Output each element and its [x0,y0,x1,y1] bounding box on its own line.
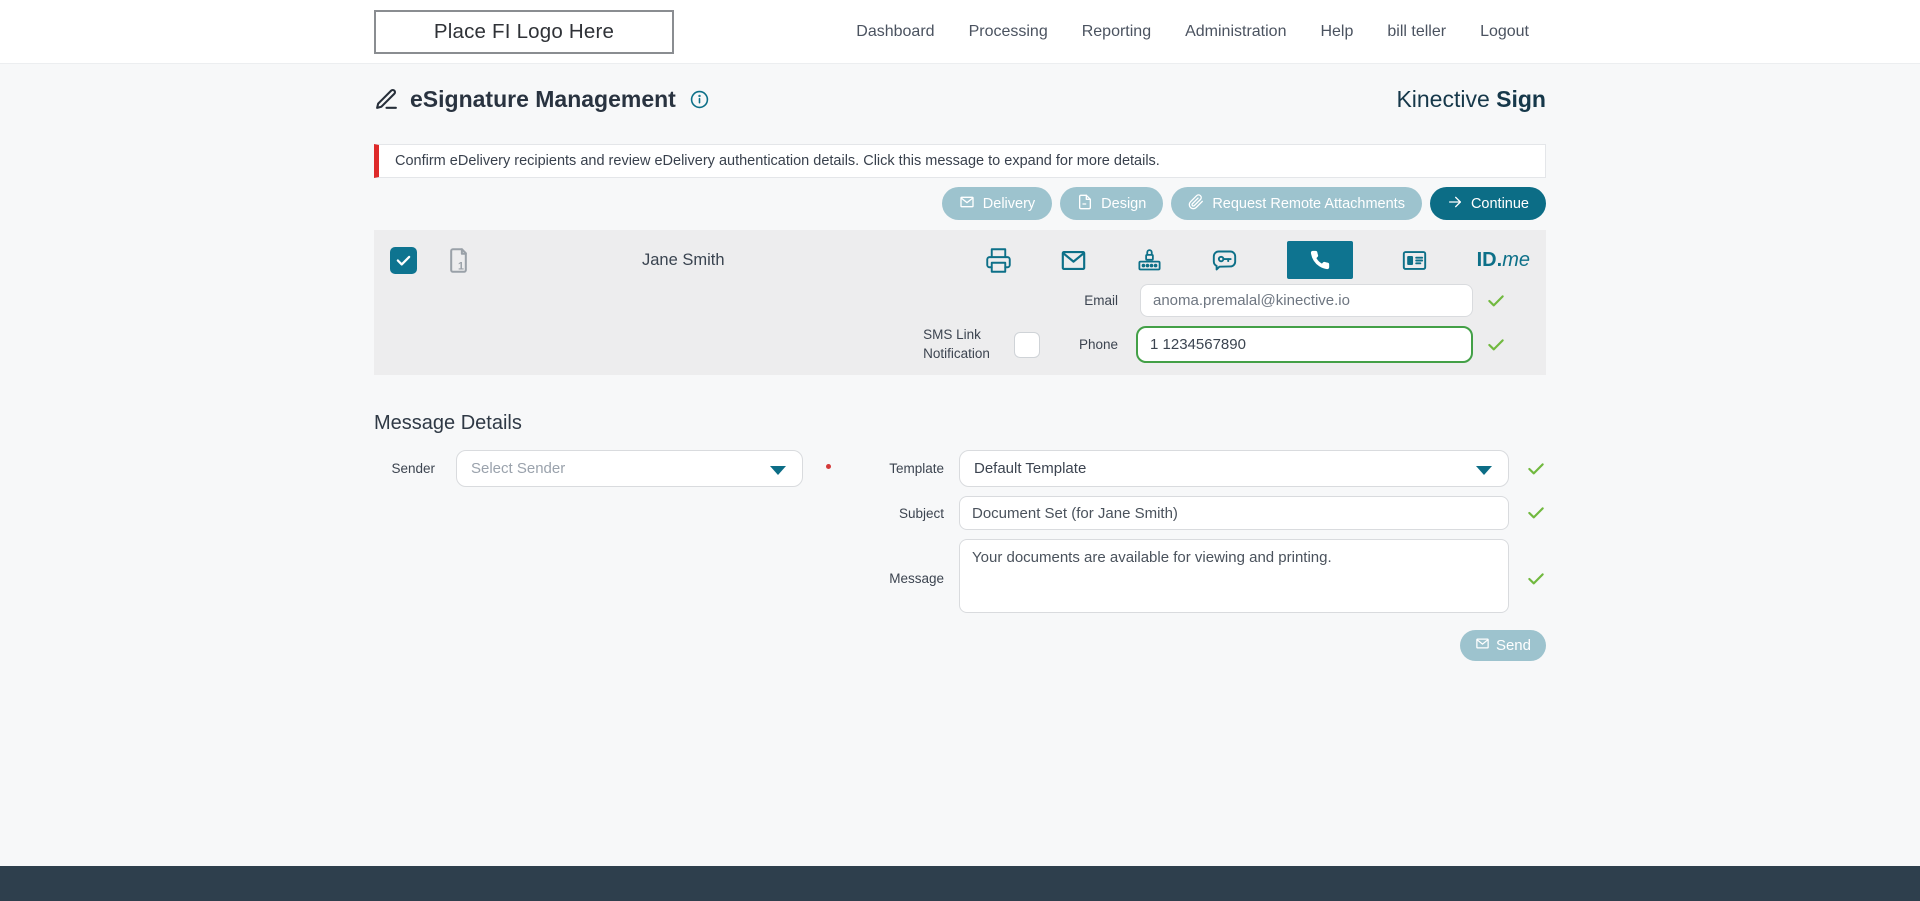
template-valid-check-icon [1526,459,1546,479]
paperclip-icon [1188,193,1204,214]
nav-links: Dashboard Processing Reporting Administr… [856,23,1546,41]
info-icon[interactable] [690,90,709,109]
fi-logo-text: Place FI Logo Here [433,20,615,43]
alert-text: Confirm eDelivery recipients and review … [395,153,1160,169]
continue-button[interactable]: Continue [1429,187,1546,220]
sms-key-auth-icon[interactable] [1211,247,1238,274]
svg-text:1: 1 [458,260,464,272]
chevron-down-icon [1476,466,1492,475]
phone-valid-check-icon [1486,335,1506,355]
send-label: Send [1495,637,1531,654]
message-valid-check-icon [1526,569,1546,589]
subject-input[interactable] [959,496,1509,530]
phone-input[interactable] [1136,326,1473,363]
idme-logo[interactable]: ID. me [1477,249,1530,272]
message-details-heading: Message Details [374,412,522,434]
design-button[interactable]: Design [1060,187,1164,220]
arrow-right-icon [1447,194,1463,214]
print-icon[interactable] [985,247,1012,274]
email-row: Email [390,284,1530,317]
footer-bar [0,866,1920,901]
contact-card-icon[interactable] [1401,247,1428,274]
recipient-row: 1 Jane Smith ID. me Email anoma.premalal… [374,230,1546,375]
recipient-name: Jane Smith [642,250,725,269]
email-valid-check-icon [1486,291,1506,311]
message-textarea[interactable]: Your documents are available for viewing… [959,539,1509,613]
template-row: Template Default Template [854,450,1546,487]
sender-row: Sender Select Sender [374,450,854,487]
document-count-icon[interactable]: 1 [445,245,472,276]
main-content: eSignature Management Kinective Sign Con… [0,64,1920,661]
request-remote-attachments-label: Request Remote Attachments [1212,195,1405,212]
envelope-icon [1475,636,1490,655]
phone-row: SMS Link Notification Phone [390,326,1530,363]
signature-pen-icon [374,87,399,112]
email-auth-icon[interactable] [1060,247,1087,274]
chevron-down-icon [770,466,786,475]
nav-processing[interactable]: Processing [969,23,1048,41]
brand-product: Sign [1496,86,1546,112]
subject-valid-check-icon [1526,503,1546,523]
send-row: Send [854,630,1546,661]
phone-label: Phone [1078,337,1118,352]
nav-user[interactable]: bill teller [1387,23,1446,41]
auth-method-icons: ID. me [985,241,1530,279]
message-details-form: Sender Select Sender Template Default Te… [374,450,1546,661]
brand-name: Kinective [1396,86,1490,112]
brand-logo: Kinective Sign [1396,86,1546,113]
toolbar: Delivery Design Request Remote Attachmen… [374,187,1546,220]
request-remote-attachments-button[interactable]: Request Remote Attachments [1171,187,1422,220]
required-indicator [826,464,831,469]
subject-row: Subject [854,496,1546,530]
recipient-header-row: 1 Jane Smith ID. me [390,238,1530,282]
envelope-icon [959,194,975,214]
title-row: eSignature Management Kinective Sign [374,86,1546,113]
subject-label: Subject [898,505,944,521]
fi-logo-placeholder: Place FI Logo Here [374,10,674,54]
design-label: Design [1101,195,1147,212]
message-label: Message [889,571,944,586]
sender-label: Sender [391,461,435,476]
nav-help[interactable]: Help [1320,23,1353,41]
phone-auth-icon[interactable] [1286,241,1353,279]
page-title: eSignature Management [410,86,676,112]
template-column: Template Default Template Subject Docume… [854,450,1546,661]
sender-select[interactable]: Select Sender [456,450,803,487]
nav-administration[interactable]: Administration [1185,23,1286,41]
recipient-checkbox[interactable] [390,246,417,274]
email-label: Email [1084,293,1118,308]
top-nav: Place FI Logo Here Dashboard Processing … [0,0,1920,64]
page: Place FI Logo Here Dashboard Processing … [0,0,1920,901]
idme-me-text: me [1502,248,1530,271]
template-value: Default Template [974,460,1087,477]
message-row: Message Your documents are available for… [854,539,1546,618]
delivery-label: Delivery [982,195,1036,212]
sender-placeholder: Select Sender [471,460,566,477]
sms-notification-checkbox[interactable] [1013,331,1040,358]
sms-link-notification-label: SMS Link Notification [923,327,990,361]
nav-reporting[interactable]: Reporting [1082,23,1151,41]
continue-label: Continue [1470,195,1529,212]
send-button[interactable]: Send [1459,630,1546,661]
nav-dashboard[interactable]: Dashboard [856,23,934,41]
template-label: Template [889,461,944,476]
template-select[interactable]: Default Template [959,450,1509,487]
email-input[interactable] [1140,284,1473,317]
nav-logout[interactable]: Logout [1480,23,1529,41]
password-auth-icon[interactable] [1136,247,1163,274]
idme-id-text: ID. [1476,248,1503,271]
delivery-button[interactable]: Delivery [941,187,1053,220]
alert-banner[interactable]: Confirm eDelivery recipients and review … [374,144,1546,178]
document-icon [1077,194,1093,214]
